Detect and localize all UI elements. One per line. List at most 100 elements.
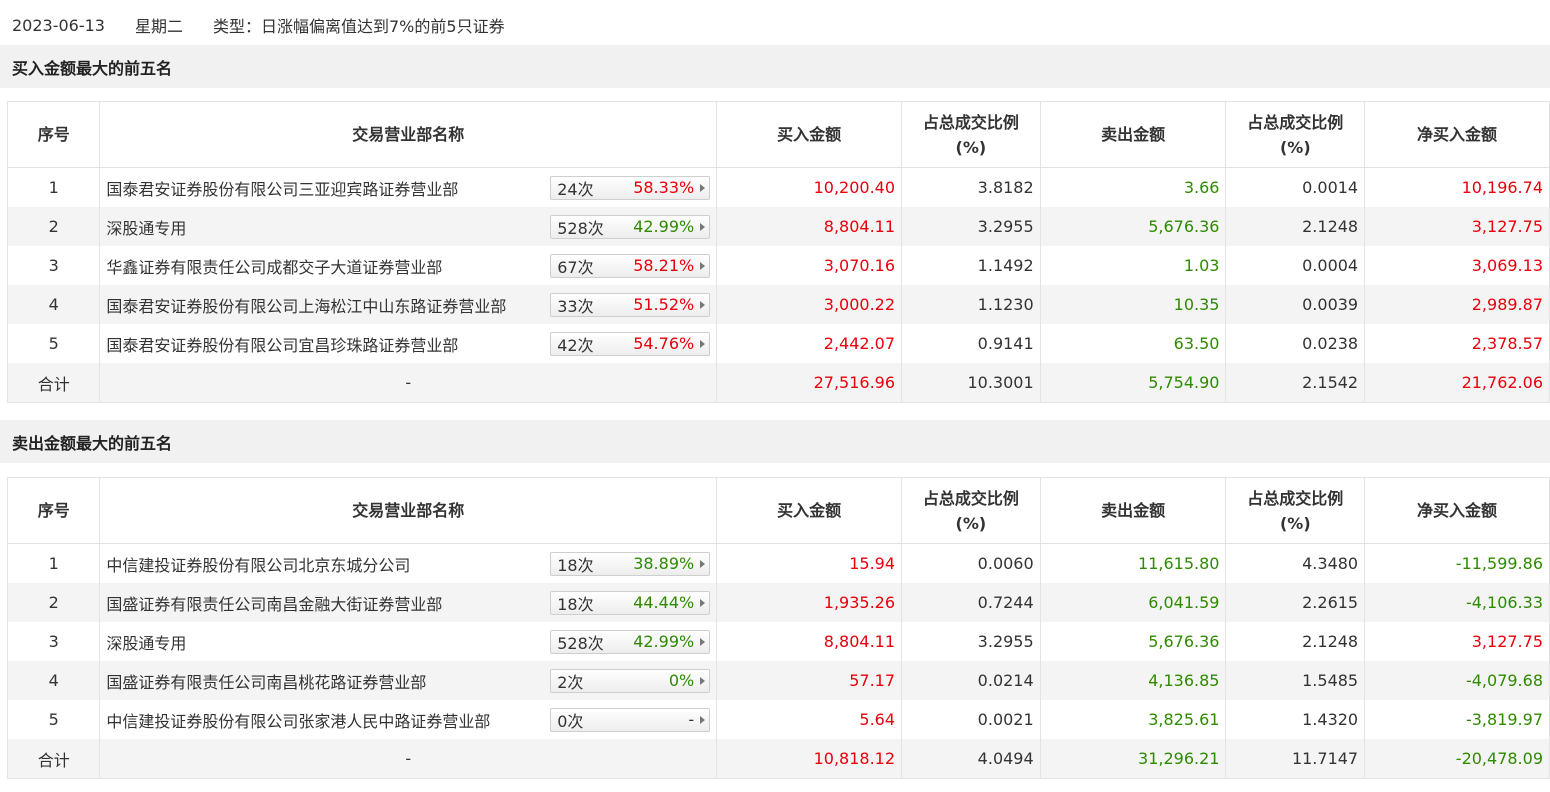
col-net: 净买入金额 xyxy=(1364,101,1550,168)
sell-ratio: 1.4320 xyxy=(1225,700,1366,739)
broker-name-link[interactable]: 深股通专用 xyxy=(106,215,186,239)
sell-ratio: 0.0039 xyxy=(1225,285,1366,324)
net-amount: -4,079.68 xyxy=(1364,661,1550,700)
sell-amount: 6,041.59 xyxy=(1039,583,1227,622)
sell-ratio: 4.3480 xyxy=(1225,543,1366,583)
total-sell: 5,754.90 xyxy=(1039,363,1227,403)
col-sell: 卖出金额 xyxy=(1039,477,1227,544)
win-rate: 42.99% xyxy=(633,217,695,236)
broker-name-link[interactable]: 国泰君安证券股份有限公司三亚迎宾路证券营业部 xyxy=(106,176,458,200)
buy-ratio: 0.7244 xyxy=(901,583,1041,622)
table-row: 3 华鑫证券有限责任公司成都交子大道证券营业部 67次 58.21% 3,070.16 1… xyxy=(6,246,1550,285)
broker-stats-dropdown[interactable]: 42次 54.76% xyxy=(550,331,711,356)
sell-table: 序号 交易营业部名称 买入金额 占总成交比例 (%) 卖出金额 占总成交比例 (%)… xyxy=(6,477,1550,779)
col-buy-ratio-line2: (%) xyxy=(955,137,987,157)
trade-count: 42次 xyxy=(557,335,594,355)
sell-ratio: 0.0014 xyxy=(1225,167,1366,207)
broker-cell-content: 深股通专用 528次 42.99% xyxy=(106,214,711,239)
broker-cell: 国泰君安证券股份有限公司三亚迎宾路证券营业部 24次 58.33% xyxy=(99,167,718,207)
trade-count: 24次 xyxy=(557,179,594,199)
broker-stats-dropdown[interactable]: 24次 58.33% xyxy=(550,175,711,200)
col-buy: 买入金额 xyxy=(716,477,903,544)
broker-name-link[interactable]: 国泰君安证券股份有限公司宜昌珍珠路证券营业部 xyxy=(106,332,458,356)
total-buy: 10,818.12 xyxy=(716,739,903,779)
col-sell-ratio: 占总成交比例 (%) xyxy=(1225,477,1366,544)
buy-amount: 8,804.11 xyxy=(716,207,903,246)
arrow-right-icon xyxy=(700,261,706,270)
col-buy-ratio-line1: 占总成交比例 xyxy=(922,112,1019,132)
buy-amount: 1,935.26 xyxy=(716,583,903,622)
sell-amount: 5,676.36 xyxy=(1039,622,1227,661)
col-net: 净买入金额 xyxy=(1364,477,1550,544)
broker-stats-dropdown[interactable]: 67次 58.21% xyxy=(550,253,711,278)
net-amount: 10,196.74 xyxy=(1364,167,1550,207)
col-sell-ratio: 占总成交比例 (%) xyxy=(1225,101,1366,168)
total-sell: 31,296.21 xyxy=(1039,739,1227,779)
sell-ratio: 1.5485 xyxy=(1225,661,1366,700)
broker-cell: 中信建投证券股份有限公司北京东城分公司 18次 38.89% xyxy=(99,543,718,583)
col-sell-ratio-line1: 占总成交比例 xyxy=(1247,488,1344,508)
buy-section-header: 买入金额最大的前五名 xyxy=(0,45,1550,88)
buy-ratio: 0.0060 xyxy=(901,543,1041,583)
broker-cell: 深股通专用 528次 42.99% xyxy=(99,622,718,661)
col-name: 交易营业部名称 xyxy=(99,101,718,168)
col-buy-ratio: 占总成交比例 (%) xyxy=(901,477,1041,544)
win-rate: 54.76% xyxy=(633,334,695,353)
col-sell-ratio-line2: (%) xyxy=(1279,513,1311,533)
row-index: 4 xyxy=(6,285,101,324)
buy-amount: 8,804.11 xyxy=(716,622,903,661)
broker-name-link[interactable]: 中信建投证券股份有限公司张家港人民中路证券营业部 xyxy=(106,708,490,732)
buy-ratio: 0.0214 xyxy=(901,661,1041,700)
trade-count: 67次 xyxy=(557,257,594,277)
buy-ratio: 1.1230 xyxy=(901,285,1041,324)
broker-stats-dropdown[interactable]: 0次 - xyxy=(550,707,711,732)
buy-section-title: 买入金额最大的前五名 xyxy=(12,58,173,78)
table-row: 2 国盛证券有限责任公司南昌金融大街证券营业部 18次 44.44% 1,935.26 0… xyxy=(6,583,1550,622)
broker-stats-dropdown[interactable]: 18次 38.89% xyxy=(550,551,711,576)
type-label: 类型：日涨幅偏离值达到7%的前5只证券 xyxy=(213,17,505,36)
broker-cell-content: 深股通专用 528次 42.99% xyxy=(106,629,711,654)
broker-cell-content: 国泰君安证券股份有限公司宜昌珍珠路证券营业部 42次 54.76% xyxy=(106,331,711,356)
col-buy-ratio-line1: 占总成交比例 xyxy=(922,488,1019,508)
arrow-right-icon xyxy=(700,339,706,348)
sell-ratio: 0.0238 xyxy=(1225,324,1366,363)
broker-cell-content: 国泰君安证券股份有限公司上海松江中山东路证券营业部 33次 51.52% xyxy=(106,292,711,317)
win-rate: - xyxy=(688,710,695,729)
broker-stats-dropdown[interactable]: 528次 42.99% xyxy=(550,629,711,654)
broker-name-link[interactable]: 国盛证券有限责任公司南昌桃花路证券营业部 xyxy=(106,669,426,693)
col-name: 交易营业部名称 xyxy=(99,477,718,544)
broker-stats-dropdown[interactable]: 18次 44.44% xyxy=(550,590,711,615)
broker-name-link[interactable]: 国盛证券有限责任公司南昌金融大街证券营业部 xyxy=(106,591,442,615)
broker-stats-dropdown[interactable]: 528次 42.99% xyxy=(550,214,711,239)
trade-count: 2次 xyxy=(557,672,584,692)
broker-stats-dropdown[interactable]: 2次 0% xyxy=(550,668,711,693)
buy-amount: 2,442.07 xyxy=(716,324,903,363)
buy-amount: 5.64 xyxy=(716,700,903,739)
broker-stats-dropdown[interactable]: 33次 51.52% xyxy=(550,292,711,317)
total-name: - xyxy=(99,363,718,403)
sell-table-body: 1 中信建投证券股份有限公司北京东城分公司 18次 38.89% 15.94 0.0060… xyxy=(6,543,1550,779)
total-sell-ratio: 11.7147 xyxy=(1225,739,1366,779)
broker-cell-content: 国泰君安证券股份有限公司三亚迎宾路证券营业部 24次 58.33% xyxy=(106,175,711,200)
sell-table-header: 序号 交易营业部名称 买入金额 占总成交比例 (%) 卖出金额 占总成交比例 (%)… xyxy=(6,477,1550,544)
broker-name-link[interactable]: 中信建投证券股份有限公司北京东城分公司 xyxy=(106,552,410,576)
row-index: 1 xyxy=(6,543,101,583)
win-rate: 38.89% xyxy=(633,554,695,573)
total-buy-ratio: 4.0494 xyxy=(901,739,1041,779)
row-index: 5 xyxy=(6,700,101,739)
sell-amount: 10.35 xyxy=(1039,285,1227,324)
trade-count: 18次 xyxy=(557,555,594,575)
table-row: 5 中信建投证券股份有限公司张家港人民中路证券营业部 0次 - 5.64 0.0021 3,… xyxy=(6,700,1550,739)
table-row: 5 国泰君安证券股份有限公司宜昌珍珠路证券营业部 42次 54.76% 2,442.07… xyxy=(6,324,1550,363)
sell-section-title: 卖出金额最大的前五名 xyxy=(12,433,173,453)
broker-name-link[interactable]: 深股通专用 xyxy=(106,630,186,654)
buy-amount: 57.17 xyxy=(716,661,903,700)
sell-amount: 63.50 xyxy=(1039,324,1227,363)
broker-cell-content: 华鑫证券有限责任公司成都交子大道证券营业部 67次 58.21% xyxy=(106,253,711,278)
sell-ratio: 2.1248 xyxy=(1225,622,1366,661)
net-amount: -4,106.33 xyxy=(1364,583,1550,622)
buy-table-header: 序号 交易营业部名称 买入金额 占总成交比例 (%) 卖出金额 占总成交比例 (%)… xyxy=(6,101,1550,168)
row-index: 3 xyxy=(6,622,101,661)
broker-name-link[interactable]: 华鑫证券有限责任公司成都交子大道证券营业部 xyxy=(106,254,442,278)
broker-name-link[interactable]: 国泰君安证券股份有限公司上海松江中山东路证券营业部 xyxy=(106,293,506,317)
